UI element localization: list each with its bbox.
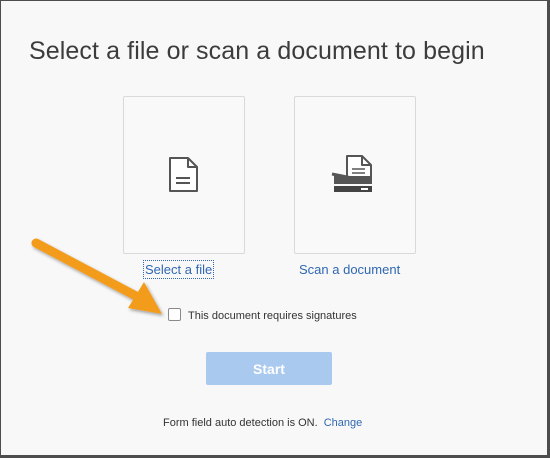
select-file-card[interactable] — [123, 96, 245, 254]
change-link[interactable]: Change — [324, 417, 363, 429]
requires-signatures-label: This document requires signatures — [188, 310, 357, 322]
scan-document-card[interactable] — [294, 96, 416, 254]
document-icon — [169, 157, 198, 192]
dialog-panel: Select a file or scan a document to begi… — [0, 0, 550, 458]
select-file-link[interactable]: Select a file — [142, 260, 215, 279]
start-button[interactable]: Start — [206, 352, 332, 385]
requires-signatures-checkbox[interactable] — [168, 308, 181, 321]
scanner-icon — [331, 155, 372, 192]
auto-detection-status: Form field auto detection is ON. — [163, 417, 318, 429]
scan-document-link[interactable]: Scan a document — [299, 262, 400, 277]
auto-detection-footer: Form field auto detection is ON. Change — [163, 417, 362, 429]
page-title: Select a file or scan a document to begi… — [29, 37, 485, 65]
